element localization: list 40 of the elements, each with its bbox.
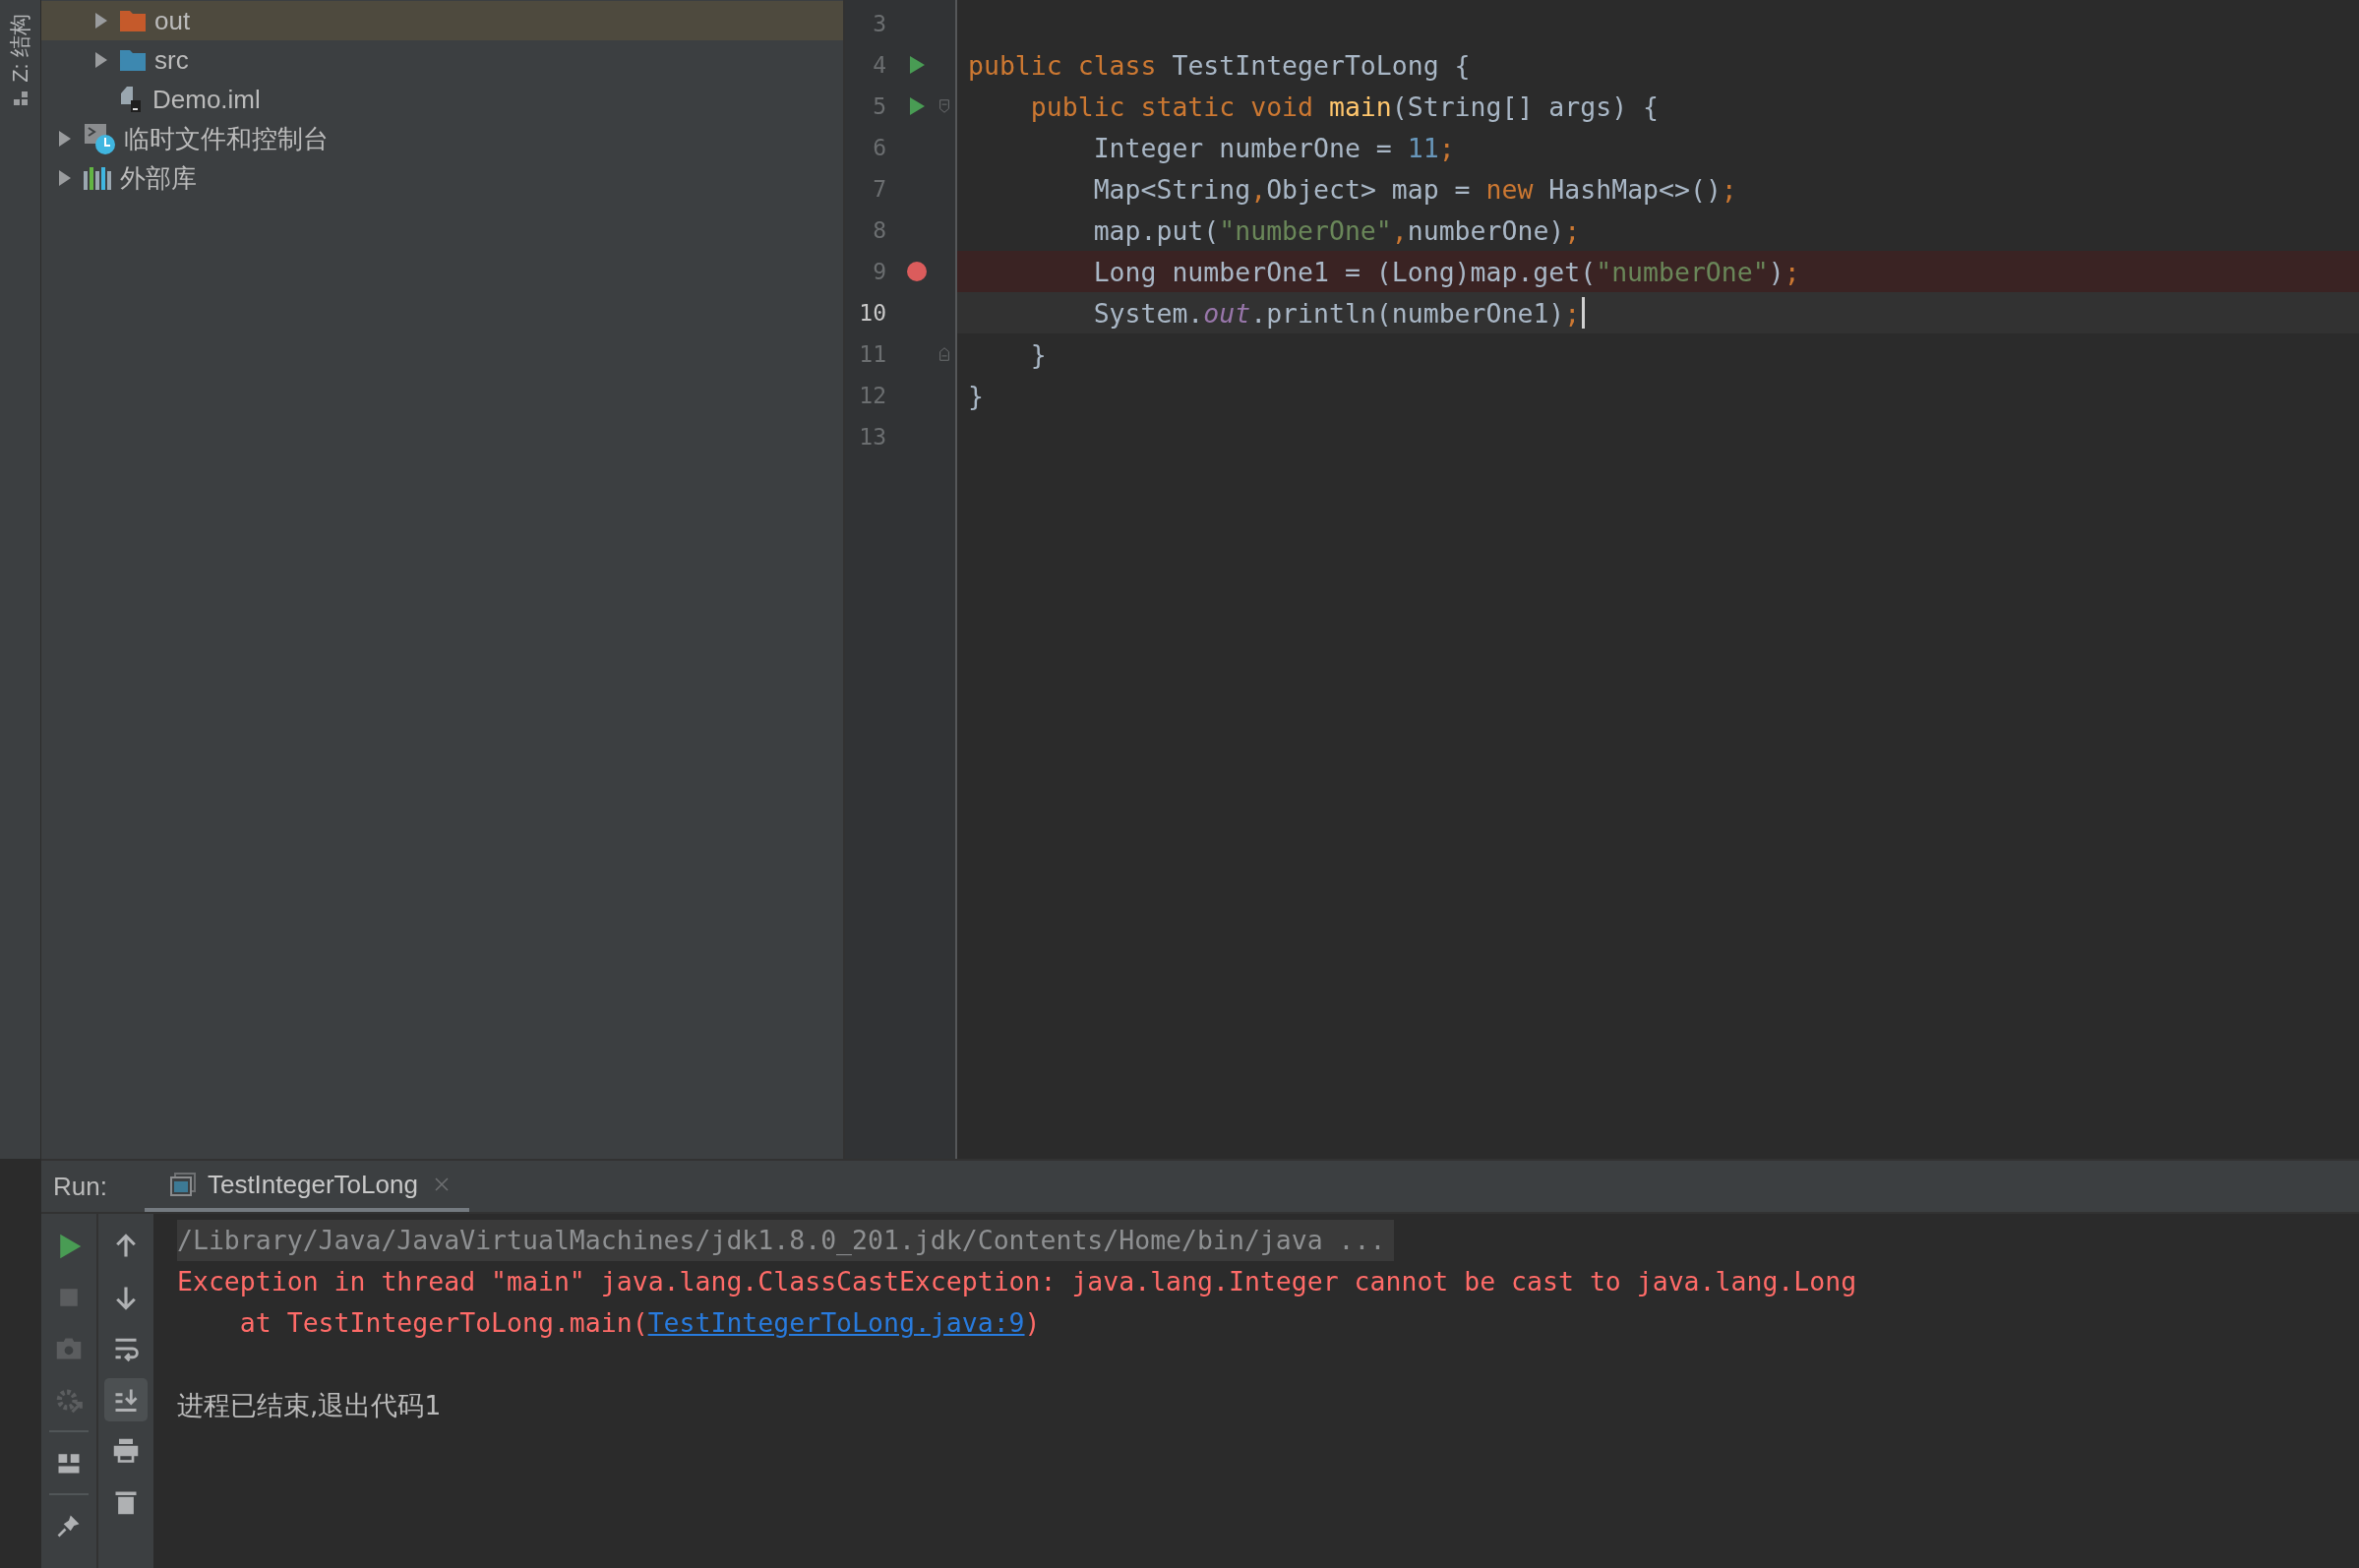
code-line: Map<String,Object> map = new HashMap<>();: [1092, 173, 1737, 205]
tree-item[interactable]: 外部库: [41, 158, 843, 198]
error-message: Exception in thread "main" java.lang.ClassCastException: java.lang.Integer cannot be cast to java.lang.Long: [177, 1265, 1857, 1298]
line-number: 7: [872, 176, 886, 202]
code-line: map.put("numberOne",numberOne);: [1092, 214, 1581, 246]
tree-item[interactable]: out: [41, 1, 843, 40]
line-number: 4: [872, 52, 886, 78]
file-link[interactable]: TestIntegerToLong.java:9: [647, 1307, 1025, 1338]
error-message: at TestIntegerToLong.main(TestIntegerToLong.java:9): [238, 1306, 1041, 1340]
folder-icon: [119, 9, 147, 32]
window-icon: [169, 1173, 196, 1196]
run-label: Run:: [53, 1171, 107, 1202]
library-icon: [83, 165, 112, 191]
line-number: 11: [858, 341, 886, 367]
line-number: 6: [872, 135, 886, 160]
line-number: 8: [872, 217, 886, 243]
line-number: 3: [872, 11, 886, 36]
exit-message: 进程已结束,退出代码1: [177, 1389, 442, 1422]
code-line: public class TestIntegerToLong {: [968, 49, 1471, 81]
code-line: }: [968, 380, 984, 411]
code-line: System.out.println(numberOne1);: [1092, 297, 1581, 329]
line-number: 12: [858, 383, 886, 408]
line-number: 13: [858, 424, 886, 450]
code-line: }: [1029, 338, 1047, 370]
line-number: 5: [872, 93, 886, 119]
structure-icon: [12, 90, 29, 106]
console-command: /Library/Java/JavaVirtualMachines/jdk1.8.0_201.jdk/Contents/Home/bin/java ...: [177, 1220, 1394, 1261]
code-line: Integer numberOne = 11;: [1092, 132, 1455, 163]
line-number: 10: [858, 300, 886, 326]
tree-item[interactable]: 临时文件和控制台: [41, 119, 843, 158]
clock-icon: [83, 122, 116, 155]
folder-icon: [119, 48, 147, 72]
code-line: public static void main(String[] args) {: [1029, 90, 1659, 122]
tree-item[interactable]: Demo.iml: [41, 80, 843, 119]
code-line: Long numberOne1 = (Long)map.get("numberOne");: [1092, 256, 1800, 287]
printer-icon: [112, 1437, 140, 1465]
line-number: 9: [872, 259, 886, 284]
scroll-to-end-button[interactable]: [104, 1378, 148, 1421]
structure-tool-button[interactable]: Z: 结构: [5, 14, 35, 83]
tree-item[interactable]: src: [41, 40, 843, 80]
